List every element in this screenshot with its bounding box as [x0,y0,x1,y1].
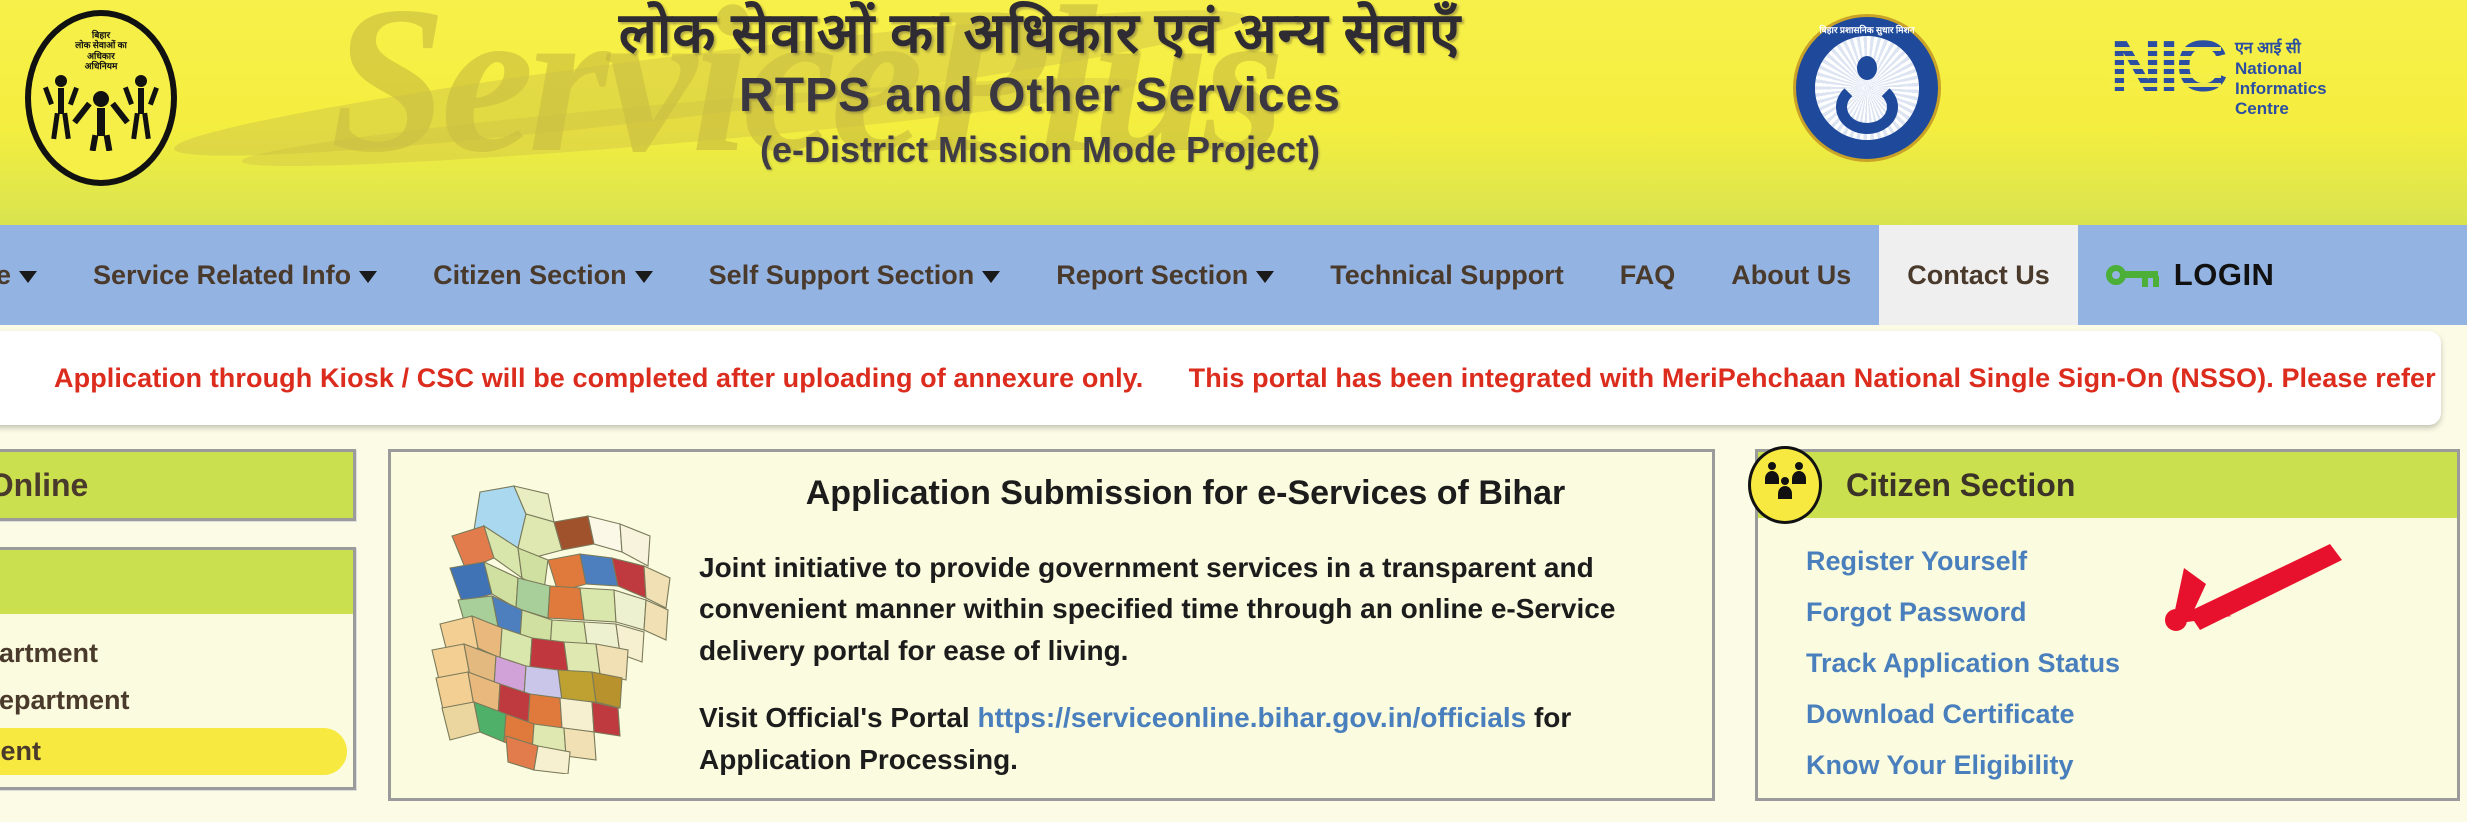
login-label: LOGIN [2173,257,2275,292]
nav-item-label: e [0,259,12,290]
nav-item-label: Report Section [1056,259,1249,290]
link-track-application-status[interactable]: Track Application Status [1806,648,2457,679]
center-panel-title: Application Submission for e-Services of… [805,474,1566,512]
nav-item-self-support-section[interactable]: Self Support Section [681,225,1029,325]
left-sidebar: Apply Online tion Department oment Depar… [0,449,356,790]
nic-line-2: Informatics [2235,78,2327,98]
citizen-section-title: Citizen Section [1846,466,2076,503]
link-forgot-password[interactable]: Forgot Password [1806,597,2457,628]
departments-list: tion Department oment Department Departm… [0,614,353,787]
seal-ring-label: बिहार प्रशासनिक सुधार मिशन [1819,25,1915,35]
nic-logo: NIC एन आई सी National Informatics Centre [2110,27,2327,119]
department-list-item[interactable]: tion Department [0,630,353,677]
department-list-item[interactable]: oment Department [0,677,353,724]
nic-logo-mark: NIC [2110,27,2228,107]
main-navigation-bar: e Service Related Info Citizen Section S… [0,225,2467,325]
nav-item-citizen-section[interactable]: Citizen Section [405,225,681,325]
marquee-text-part-1: Application through Kiosk / CSC will be … [54,362,1144,393]
login-button[interactable]: LOGIN [2078,225,2303,325]
departments-panel-header [0,550,353,614]
citizen-section-links: Register Yourself Forgot Password Track … [1758,518,2457,781]
apply-online-header: Apply Online [0,452,353,518]
nic-logo-text: एन आई सी National Informatics Centre [2235,38,2327,119]
header-banner: ServicePlus बिहार लोक सेवाओं का अधिकार अ… [0,0,2467,225]
nic-hindi: एन आई सी [2235,40,2301,57]
emblem-line-1: बिहार [91,30,111,40]
center-panel-visit-line: Visit Official's Portal https://serviceo… [699,697,1672,780]
link-know-your-eligibility[interactable]: Know Your Eligibility [1806,750,2457,781]
center-text-block: Application Submission for e-Services of… [681,452,1712,806]
banner-title-hindi: लोक सेवाओं का अधिकार एवं अन्य सेवाएँ [618,3,1462,65]
nav-item-label: FAQ [1619,259,1676,290]
nav-item-label: Technical Support [1330,259,1564,290]
chevron-down-icon [359,271,378,283]
emblem-line-4: अधिनियम [84,61,118,72]
marquee-text: Application through Kiosk / CSC will be … [0,363,2441,394]
department-list-item-selected[interactable]: Department [0,728,347,775]
emblem-line-3: अधिकार [87,50,115,61]
departments-panel: tion Department oment Department Departm… [0,547,356,790]
banner-title-english: RTPS and Other Services [739,69,1341,122]
emblem-figures-icon [43,75,159,152]
bihar-map-svg [431,485,671,775]
nic-line-1: National [2235,58,2303,78]
nav-item-faq[interactable]: FAQ [1592,225,1704,325]
visit-prefix: Visit Official's Portal [699,702,978,734]
marquee-text-part-2: This portal has been integrated with Mer… [1188,362,2441,393]
nav-item-label: Contact Us [1907,259,2050,290]
bihar-rtps-emblem-icon: बिहार लोक सेवाओं का अधिकार अधिनियम [25,10,177,186]
citizen-section-header: Citizen Section [1748,446,2457,524]
apply-online-panel[interactable]: Apply Online [0,449,356,521]
marquee-zone: Application through Kiosk / CSC will be … [0,325,2467,435]
nav-item-service-related-info[interactable]: Service Related Info [65,225,405,325]
nav-item-report-section[interactable]: Report Section [1028,225,1302,325]
key-icon [2105,262,2160,288]
red-arrow-annotation-icon [2165,544,2342,631]
official-portal-link[interactable]: https://serviceonline.bihar.gov.in/offic… [977,702,1526,733]
main-content-area: Apply Online tion Department oment Depar… [0,435,2467,812]
link-download-certificate[interactable]: Download Certificate [1806,699,2457,730]
announcement-marquee[interactable]: Application through Kiosk / CSC will be … [0,331,2441,425]
nav-item-home[interactable]: e [0,225,65,325]
citizen-section-panel: Citizen Section Register Yourself Forgot… [1748,446,2460,801]
nav-item-label: Service Related Info [93,259,352,290]
center-panel-paragraph: Joint initiative to provide government s… [699,552,1616,666]
bihar-administrative-reforms-seal-icon: बिहार प्रशासनिक सुधार मिशन [1793,14,1941,162]
people-group-icon [1748,446,1822,524]
emblem-line-2: लोक सेवाओं का [75,40,127,51]
banner-title-block: लोक सेवाओं का अधिकार एवं अन्य सेवाएँ RTP… [340,6,1740,171]
chevron-down-icon [982,271,1001,283]
nav-item-about-us[interactable]: About Us [1703,225,1879,325]
nav-item-contact-us[interactable]: Contact Us [1879,225,2078,325]
nav-item-label: About Us [1731,259,1852,290]
chevron-down-icon [19,271,38,283]
chevron-down-icon [1256,271,1275,283]
link-register-yourself[interactable]: Register Yourself [1806,546,2457,577]
application-submission-panel: Application Submission for e-Services of… [388,449,1715,801]
bihar-district-map-icon [391,452,681,779]
banner-subtitle: (e-District Mission Mode Project) [759,129,1321,170]
nic-line-3: Centre [2235,98,2289,118]
chevron-down-icon [634,271,653,283]
nav-item-technical-support[interactable]: Technical Support [1302,225,1592,325]
nav-item-label: Citizen Section [433,259,627,290]
nav-item-label: Self Support Section [708,259,975,290]
